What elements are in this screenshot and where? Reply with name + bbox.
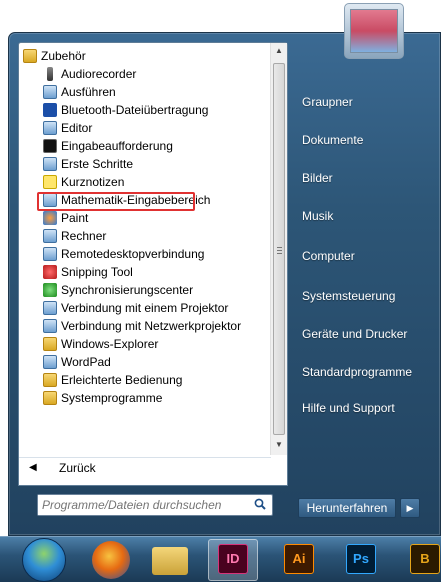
windows-explorer-icon[interactable] (152, 547, 188, 575)
programs-pane: Zubehör Audiorecorder Ausführen Bluetooth-D… (18, 42, 288, 486)
command-prompt-icon (43, 139, 57, 153)
program-label: Verbindung mit einem Projektor (61, 301, 229, 315)
shutdown-button[interactable]: Herunterfahren (298, 498, 396, 518)
start-link[interactable]: Hilfe und Support (302, 398, 395, 418)
program-label: Windows-Explorer (61, 337, 159, 351)
program-label: Zubehör (41, 49, 86, 63)
windows-start-orb-icon[interactable] (22, 538, 66, 582)
program-label: Remotedesktopverbindung (61, 247, 205, 261)
network-projector-icon (43, 319, 57, 333)
notepad-icon (43, 121, 57, 135)
program-item[interactable]: Verbindung mit Netzwerkprojektor (19, 317, 271, 335)
projector-icon (43, 301, 57, 315)
taskbar: ID Ai Ps B (0, 536, 441, 582)
program-item[interactable]: Paint (19, 209, 271, 227)
search-input[interactable] (38, 495, 238, 515)
program-item[interactable]: Kurznotizen (19, 173, 271, 191)
start-link[interactable]: Bilder (302, 168, 333, 188)
sticky-notes-icon (43, 175, 57, 189)
highlight-box (37, 192, 195, 211)
scroll-up-button[interactable]: ▲ (271, 43, 287, 59)
program-item[interactable]: Windows-Explorer (19, 335, 271, 353)
microphone-icon (47, 67, 53, 81)
scroll-grip-icon (277, 247, 282, 254)
program-item[interactable]: Erste Schritte (19, 155, 271, 173)
program-label: Audiorecorder (61, 67, 137, 81)
programs-scrollbar[interactable]: ▲ ▼ (270, 43, 287, 455)
program-item[interactable]: Systemprogramme (19, 389, 271, 407)
start-link[interactable]: Geräte und Drucker (302, 324, 407, 344)
start-link[interactable]: Graupner (302, 92, 353, 112)
start-link[interactable]: Dokumente (302, 130, 363, 150)
program-label: Paint (61, 211, 89, 225)
program-item[interactable]: Erleichterte Bedienung (19, 371, 271, 389)
back-label: Zurück (59, 461, 96, 475)
start-link[interactable]: Computer (302, 246, 355, 266)
program-label: Synchronisierungscenter (61, 283, 194, 297)
folder-icon (43, 391, 57, 405)
start-link[interactable]: Musik (302, 206, 333, 226)
program-item[interactable]: Eingabeaufforderung (19, 137, 271, 155)
scroll-thumb[interactable] (273, 63, 285, 435)
indesign-icon[interactable]: ID (218, 544, 248, 574)
getting-started-icon (43, 157, 57, 171)
photoshop-icon[interactable]: Ps (346, 544, 376, 574)
start-link[interactable]: Systemsteuerung (302, 286, 395, 306)
illustrator-icon[interactable]: Ai (284, 544, 314, 574)
right-links-pane: Graupner Dokumente Bilder Musik Computer Syst… (290, 42, 441, 482)
shutdown-options-arrow-icon[interactable]: ▶ (400, 498, 420, 518)
program-label: Rechner (61, 229, 107, 243)
program-label: WordPad (61, 355, 111, 369)
program-label: Kurznotizen (61, 175, 125, 189)
scissors-icon (43, 265, 57, 279)
search-icon[interactable] (254, 498, 266, 510)
program-item[interactable]: Zubehör (19, 47, 271, 65)
back-button[interactable]: ◀ Zurück (19, 457, 271, 477)
search-box[interactable] (37, 494, 273, 516)
program-item[interactable]: Audiorecorder (19, 65, 271, 83)
program-label: Erleichterte Bedienung (61, 373, 183, 387)
bluetooth-icon (43, 103, 57, 117)
paint-icon (43, 211, 57, 225)
program-label: Ausführen (61, 85, 116, 99)
program-item[interactable]: Rechner (19, 227, 271, 245)
start-link[interactable]: Standardprogramme (302, 362, 412, 382)
remote-desktop-icon (43, 247, 57, 261)
program-label: Editor (61, 121, 93, 135)
program-label: Snipping Tool (61, 265, 133, 279)
bridge-icon[interactable]: B (410, 544, 440, 574)
program-item[interactable]: Ausführen (19, 83, 271, 101)
explorer-folder-icon (43, 337, 57, 351)
firefox-icon[interactable] (92, 541, 130, 579)
program-item[interactable]: Synchronisierungscenter (19, 281, 271, 299)
program-label: Verbindung mit Netzwerkprojektor (61, 319, 242, 333)
program-item[interactable]: Bluetooth-Dateiübertragung (19, 101, 271, 119)
program-label: Bluetooth-Dateiübertragung (61, 103, 209, 117)
program-item[interactable]: Remotedesktopverbindung (19, 245, 271, 263)
sync-icon (43, 283, 57, 297)
program-label: Systemprogramme (61, 391, 163, 405)
program-item[interactable]: Editor (19, 119, 271, 137)
wordpad-icon (43, 355, 57, 369)
program-label: Erste Schritte (61, 157, 134, 171)
program-label: Eingabeaufforderung (61, 139, 173, 153)
run-icon (43, 85, 57, 99)
folder-icon (43, 373, 57, 387)
program-item[interactable]: Snipping Tool (19, 263, 271, 281)
folder-icon (23, 49, 37, 63)
programs-list: Zubehör Audiorecorder Ausführen Bluetooth-D… (19, 43, 271, 455)
calculator-icon (43, 229, 57, 243)
program-item[interactable]: WordPad (19, 353, 271, 371)
program-item[interactable]: Verbindung mit einem Projektor (19, 299, 271, 317)
back-arrow-icon: ◀ (29, 462, 37, 473)
scroll-down-button[interactable]: ▼ (271, 437, 287, 453)
